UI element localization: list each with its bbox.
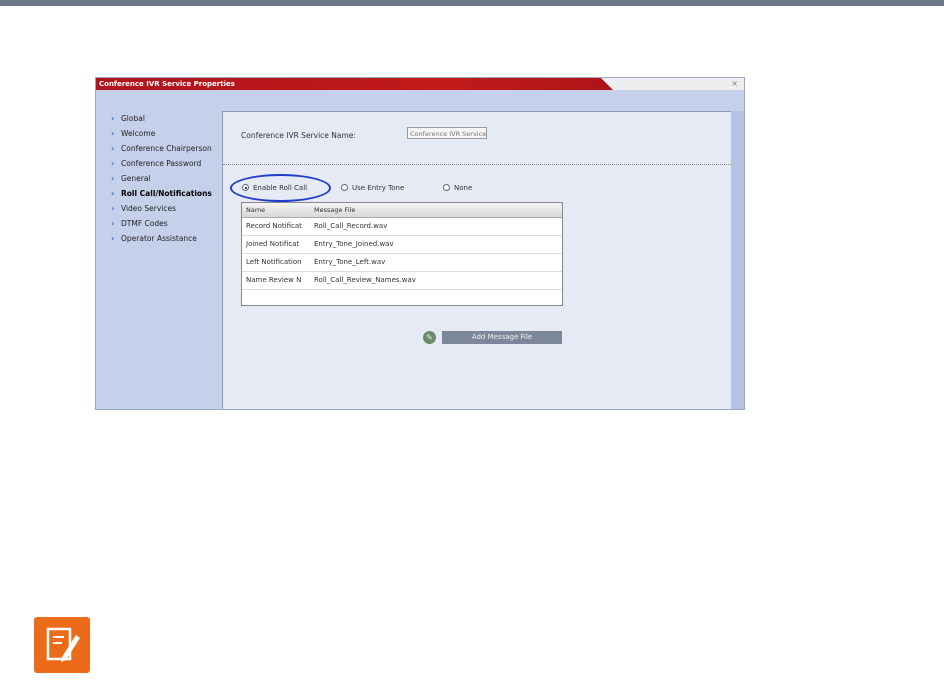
- message-files-table: Name Message File Record Notificat Roll_…: [241, 202, 563, 306]
- note-icon: [34, 617, 90, 673]
- page-top-bar: [0, 0, 944, 6]
- dialog-title: Conference IVR Service Properties: [99, 80, 235, 88]
- chevron-right-icon: ›: [111, 159, 115, 168]
- sidebar-item-roll-call[interactable]: › Roll Call/Notifications: [111, 186, 212, 201]
- chevron-right-icon: ›: [111, 189, 115, 198]
- radio-selected-icon: [242, 184, 249, 191]
- chevron-right-icon: ›: [111, 114, 115, 123]
- table-row[interactable]: Left Notification Entry_Tone_Left.wav: [242, 254, 562, 272]
- table-row[interactable]: Name Review N Roll_Call_Review_Names.wav: [242, 272, 562, 290]
- radio-empty-icon: [443, 184, 450, 191]
- section-divider: [223, 164, 731, 165]
- radio-use-entry-tone[interactable]: Use Entry Tone: [341, 182, 404, 194]
- chevron-right-icon: ›: [111, 234, 115, 243]
- sidebar-item-global[interactable]: › Global: [111, 111, 212, 126]
- roll-call-mode-radios: Enable Roll Call Use Entry Tone None: [242, 182, 502, 194]
- add-message-file-icon[interactable]: ✎: [423, 331, 436, 344]
- sidebar-item-general[interactable]: › General: [111, 171, 212, 186]
- chevron-right-icon: ›: [111, 174, 115, 183]
- table-row[interactable]: Record Notificat Roll_Call_Record.wav: [242, 218, 562, 236]
- chevron-right-icon: ›: [111, 219, 115, 228]
- roll-call-panel: Conference IVR Service Name: Conference …: [222, 111, 731, 409]
- sidebar-item-welcome[interactable]: › Welcome: [111, 126, 212, 141]
- sidebar: › Global › Welcome › Conference Chairperson…: [96, 90, 222, 409]
- column-header-name[interactable]: Name: [246, 203, 310, 217]
- table-header: Name Message File: [242, 203, 562, 218]
- note-pencil-icon: [46, 627, 80, 662]
- service-name-label: Conference IVR Service Name:: [241, 131, 356, 140]
- close-icon[interactable]: ×: [731, 78, 738, 90]
- ivr-properties-dialog: Conference IVR Service Properties × › Glo…: [95, 77, 745, 410]
- service-name-field[interactable]: Conference IVR Service: [407, 127, 487, 139]
- titlebar-corner: [601, 78, 613, 90]
- chevron-right-icon: ›: [111, 204, 115, 213]
- dialog-right-strip: [731, 111, 744, 409]
- table-row[interactable]: Joined Notificat Entry_Tone_Joined.wav: [242, 236, 562, 254]
- chevron-right-icon: ›: [111, 144, 115, 153]
- sidebar-item-dtmf-codes[interactable]: › DTMF Codes: [111, 216, 212, 231]
- sidebar-item-conference-chairperson[interactable]: › Conference Chairperson: [111, 141, 212, 156]
- sidebar-item-conference-password[interactable]: › Conference Password: [111, 156, 212, 171]
- titlebar-blank: [613, 78, 744, 90]
- radio-none[interactable]: None: [443, 182, 472, 194]
- sidebar-item-operator-assistance[interactable]: › Operator Assistance: [111, 231, 212, 246]
- sidebar-item-video-services[interactable]: › Video Services: [111, 201, 212, 216]
- radio-enable-roll-call[interactable]: Enable Roll Call: [242, 182, 307, 194]
- add-message-file-button[interactable]: Add Message File: [442, 331, 562, 344]
- column-header-message-file[interactable]: Message File: [314, 203, 554, 217]
- chevron-right-icon: ›: [111, 129, 115, 138]
- dialog-titlebar: Conference IVR Service Properties ×: [96, 78, 744, 90]
- radio-empty-icon: [341, 184, 348, 191]
